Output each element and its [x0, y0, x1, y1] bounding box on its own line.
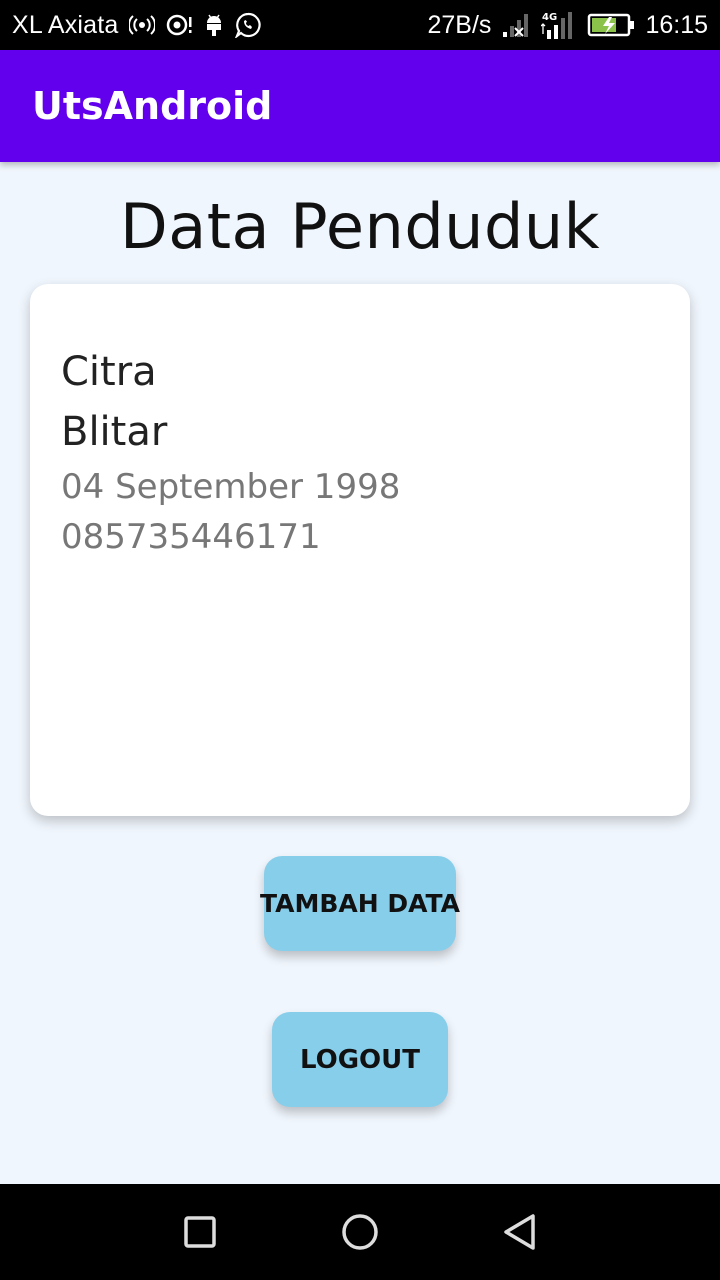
battery-charging-icon — [587, 12, 635, 38]
resident-name: Citra — [61, 349, 157, 395]
logout-button[interactable]: LOGOUT — [272, 1012, 448, 1107]
page-title: Data Penduduk — [119, 190, 601, 263]
status-bar: XL Axiata 27B/s 4G 16:15 — [0, 0, 720, 50]
signal-4g-icon: 4G — [541, 10, 577, 40]
back-icon[interactable] — [496, 1208, 544, 1256]
android-debug-icon — [203, 13, 225, 37]
network-speed: 27B/s — [427, 10, 492, 39]
recents-icon[interactable] — [176, 1208, 224, 1256]
home-icon[interactable] — [336, 1208, 384, 1256]
network-type-label: 4G — [542, 12, 557, 23]
app-title: UtsAndroid — [32, 84, 273, 128]
whatsapp-icon — [234, 12, 261, 38]
resident-phone: 085735446171 — [61, 517, 321, 557]
status-right: 27B/s 4G 16:15 — [427, 10, 708, 40]
add-data-button[interactable]: TAMBAH DATA — [260, 856, 460, 951]
app-bar: UtsAndroid — [0, 50, 720, 162]
signal-weak-icon — [501, 12, 531, 38]
carrier-name: XL Axiata — [12, 10, 119, 39]
radio-waves-icon — [128, 14, 155, 36]
status-left: XL Axiata — [12, 11, 261, 40]
vpn-eye-icon — [165, 13, 193, 37]
resident-city: Blitar — [61, 409, 168, 455]
clock: 16:15 — [645, 10, 708, 39]
resident-card[interactable]: Citra Blitar 04 September 1998 085735446… — [30, 284, 690, 816]
resident-birth-date: 04 September 1998 — [61, 467, 401, 507]
navigation-bar — [0, 1184, 720, 1280]
